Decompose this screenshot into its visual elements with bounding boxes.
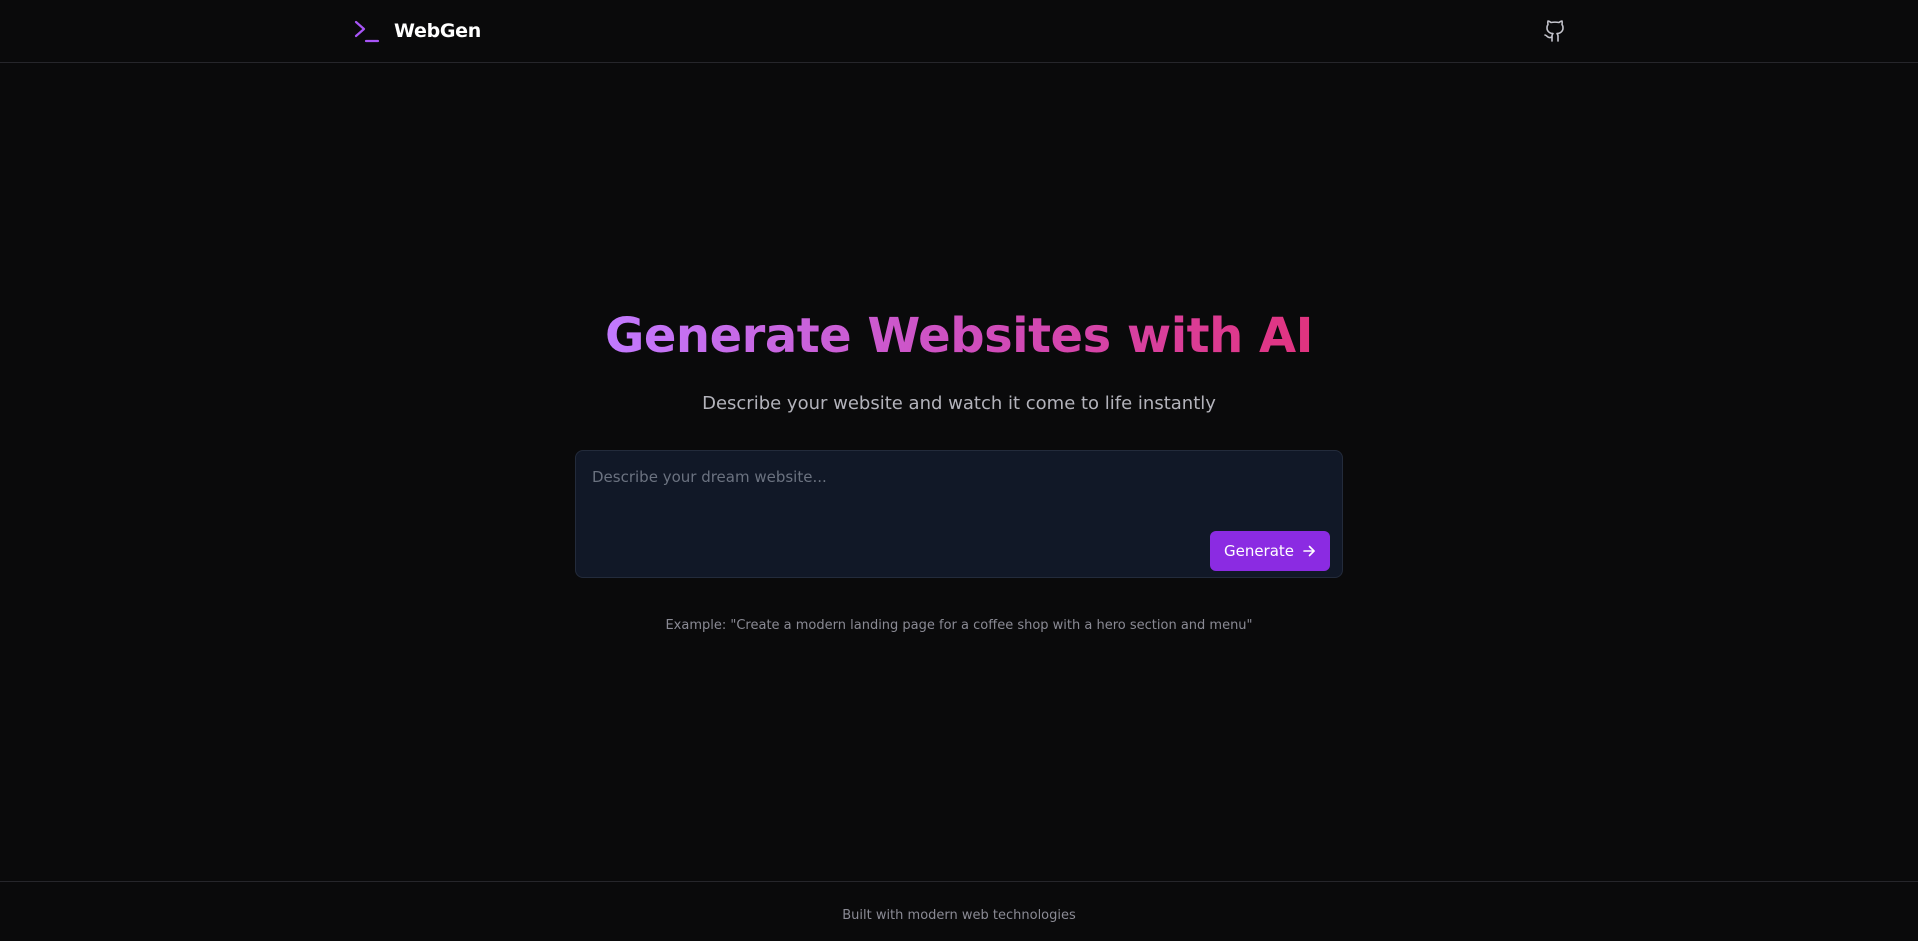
brand-name: WebGen <box>394 20 481 42</box>
github-icon <box>1544 20 1564 42</box>
generate-button[interactable]: Generate <box>1210 531 1330 571</box>
footer-text: Built with modern web technologies <box>842 908 1076 923</box>
hero-title: Generate Websites with AI <box>0 303 1918 369</box>
prompt-box: Generate <box>575 450 1343 578</box>
github-link[interactable] <box>1540 16 1570 46</box>
terminal-prompt-icon <box>354 20 380 43</box>
arrow-right-icon <box>1303 545 1315 557</box>
brand[interactable]: WebGen <box>352 17 481 45</box>
footer: Built with modern web technologies <box>0 881 1918 941</box>
top-bar: WebGen <box>0 0 1918 63</box>
generate-button-label: Generate <box>1223 542 1295 560</box>
hero-title-text: Generate Websites with AI <box>604 308 1314 364</box>
hero-subtitle: Describe your website and watch it come … <box>702 393 1216 414</box>
example-prompt-text: Example: "Create a modern landing page f… <box>665 618 1253 633</box>
